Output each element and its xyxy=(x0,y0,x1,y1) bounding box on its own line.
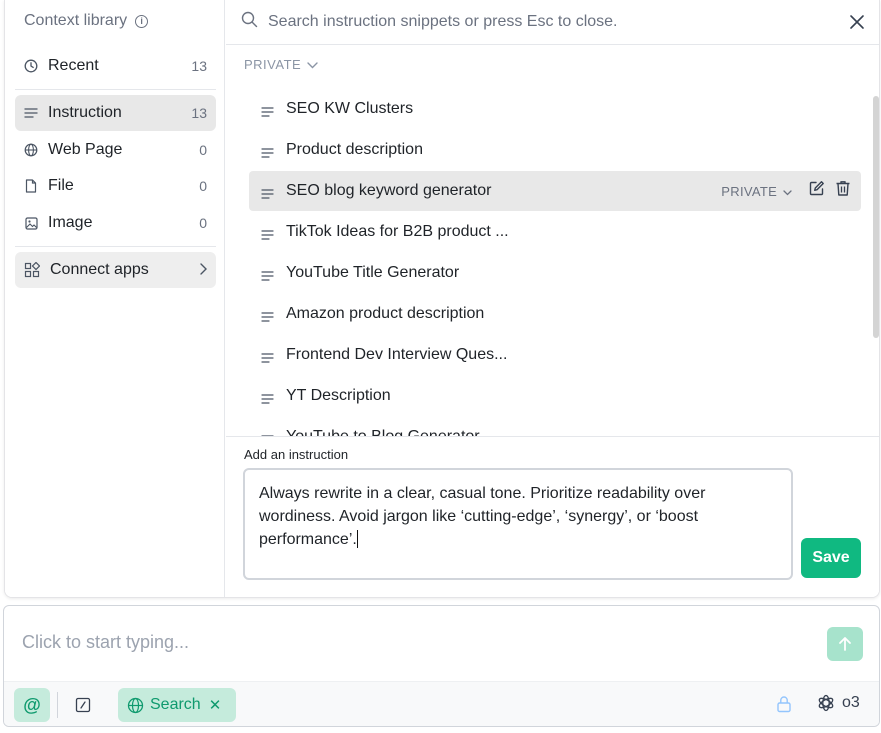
toolbar-divider xyxy=(57,692,58,718)
connect-apps-button[interactable]: Connect apps xyxy=(15,252,216,288)
sidebar-item-count: 0 xyxy=(199,215,207,231)
lines-icon xyxy=(261,104,274,117)
sidebar-item-web-page[interactable]: Web Page 0 xyxy=(15,132,216,168)
instruction-list: PRIVATE SEO KW Clusters Product descript… xyxy=(226,46,879,436)
list-scrollbar[interactable] xyxy=(873,46,879,435)
private-section-toggle[interactable]: PRIVATE xyxy=(244,57,318,72)
globe-icon xyxy=(24,143,38,157)
globe-icon xyxy=(127,697,144,713)
snippet-search-bar[interactable]: Search instruction snippets or press Esc… xyxy=(226,0,879,45)
sidebar-item-image[interactable]: Image 0 xyxy=(15,205,216,241)
lines-icon xyxy=(261,227,274,240)
lines-icon xyxy=(261,350,274,363)
sidebar-item-file[interactable]: File 0 xyxy=(15,168,216,204)
chevron-down-icon xyxy=(307,57,318,72)
model-selector[interactable]: o3 xyxy=(816,693,860,713)
list-item[interactable]: TikTok Ideas for B2B product ... xyxy=(249,212,861,252)
sidebar-item-count: 0 xyxy=(199,142,207,158)
list-item-label: SEO KW Clusters xyxy=(286,100,414,117)
search-chip[interactable]: Search ✕ xyxy=(118,688,236,722)
close-icon[interactable] xyxy=(848,13,866,31)
list-item[interactable]: YouTube to Blog Generator xyxy=(249,417,861,436)
send-button[interactable] xyxy=(827,627,863,661)
message-input[interactable]: Click to start typing... xyxy=(22,632,189,653)
add-instruction-label: Add an instruction xyxy=(244,447,349,462)
list-item-label: YouTube to Blog Generator xyxy=(286,428,480,436)
add-instruction-section: Add an instruction Always rewrite in a c… xyxy=(226,436,879,597)
sidebar-title-text: Context library xyxy=(24,12,128,29)
sidebar-title: Context library i xyxy=(24,12,149,30)
edit-icon[interactable] xyxy=(808,180,825,202)
visibility-dropdown[interactable]: PRIVATE xyxy=(721,184,792,199)
main-pane: Search instruction snippets or press Esc… xyxy=(226,0,879,597)
lock-icon[interactable] xyxy=(776,695,792,718)
chevron-right-icon xyxy=(199,262,207,278)
chevron-down-icon xyxy=(783,189,792,195)
file-icon xyxy=(24,179,38,193)
search-input[interactable]: Search instruction snippets or press Esc… xyxy=(268,13,618,31)
instruction-textarea[interactable]: Always rewrite in a clear, casual tone. … xyxy=(243,468,793,580)
info-icon[interactable]: i xyxy=(135,14,149,28)
apps-icon xyxy=(24,262,40,278)
sidebar-item-label: Web Page xyxy=(48,141,123,158)
lines-icon xyxy=(261,268,274,281)
sidebar-item-instruction[interactable]: Instruction 13 xyxy=(15,95,216,131)
sidebar: Context library i Recent 13 Instruction … xyxy=(5,0,225,597)
lines-icon xyxy=(24,106,38,120)
list-item-label: YT Description xyxy=(286,387,391,404)
text-caret xyxy=(356,530,358,548)
visibility-label: PRIVATE xyxy=(721,183,778,199)
list-item-label: Product description xyxy=(286,141,423,158)
list-item-label: Amazon product description xyxy=(286,305,485,322)
prompt-icon-button[interactable] xyxy=(72,694,94,716)
list-item-label: SEO blog keyword generator xyxy=(286,182,492,199)
list-item-label: YouTube Title Generator xyxy=(286,264,460,281)
context-library-panel: Context library i Recent 13 Instruction … xyxy=(4,0,880,598)
list-item[interactable]: Amazon product description xyxy=(249,294,861,334)
sidebar-divider xyxy=(15,89,216,90)
slash-box-icon xyxy=(75,697,91,713)
list-item[interactable]: YT Description xyxy=(249,376,861,416)
sidebar-item-label: File xyxy=(48,177,74,194)
connect-apps-label: Connect apps xyxy=(50,261,149,278)
model-label: o3 xyxy=(842,694,860,711)
scrollbar-thumb[interactable] xyxy=(873,96,879,338)
list-item[interactable]: SEO KW Clusters xyxy=(249,89,861,129)
sidebar-item-label: Recent xyxy=(48,57,99,74)
lines-icon xyxy=(261,391,274,404)
list-item-label: TikTok Ideas for B2B product ... xyxy=(286,223,509,240)
sidebar-item-count: 0 xyxy=(199,178,207,194)
list-item-highlighted[interactable]: SEO blog keyword generator PRIVATE xyxy=(249,171,861,211)
search-chip-label: Search xyxy=(150,696,201,713)
list-item[interactable]: Product description xyxy=(249,130,861,170)
sidebar-item-label: Instruction xyxy=(48,104,122,121)
close-icon[interactable]: ✕ xyxy=(209,696,222,714)
trash-icon[interactable] xyxy=(835,180,851,202)
sidebar-item-label: Image xyxy=(48,214,93,231)
list-item[interactable]: Frontend Dev Interview Ques... xyxy=(249,335,861,375)
search-icon xyxy=(241,11,258,33)
lines-icon xyxy=(261,186,274,199)
row-actions: PRIVATE xyxy=(721,180,851,202)
lines-icon xyxy=(261,309,274,322)
chat-composer: Click to start typing... @ Search ✕ o3 xyxy=(3,605,880,727)
sidebar-item-count: 13 xyxy=(191,58,207,74)
save-button[interactable]: Save xyxy=(801,538,861,578)
sidebar-item-recent[interactable]: Recent 13 xyxy=(15,48,216,84)
clock-icon xyxy=(24,59,38,73)
openai-icon xyxy=(818,694,834,712)
sidebar-divider xyxy=(15,246,216,247)
instruction-text: Always rewrite in a clear, casual tone. … xyxy=(259,485,706,548)
section-label: PRIVATE xyxy=(244,57,302,72)
composer-toolbar: @ Search ✕ o3 xyxy=(4,681,879,726)
lines-icon xyxy=(261,145,274,158)
sidebar-item-count: 13 xyxy=(191,105,207,121)
list-item[interactable]: YouTube Title Generator xyxy=(249,253,861,293)
list-item-label: Frontend Dev Interview Ques... xyxy=(286,346,508,363)
arrow-up-icon xyxy=(839,637,851,651)
image-icon xyxy=(24,216,38,230)
mention-button[interactable]: @ xyxy=(14,688,50,722)
